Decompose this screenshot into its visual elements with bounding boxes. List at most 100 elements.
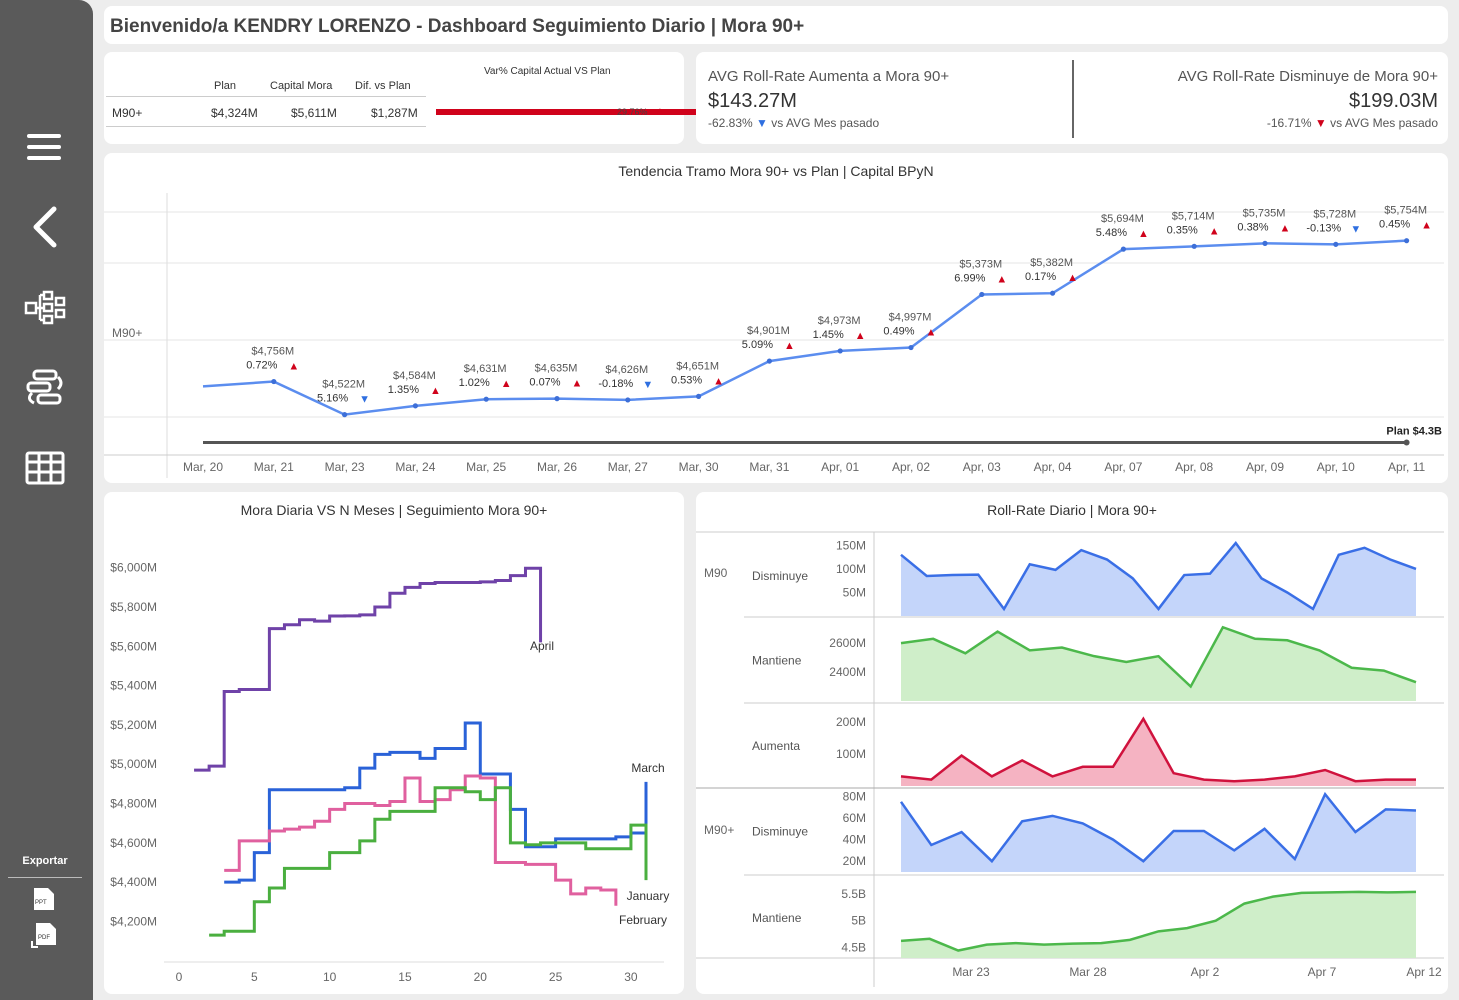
trend-point — [1333, 241, 1339, 247]
col-header-capital-mora: Capital Mora — [270, 80, 333, 92]
trend-value-label: $4,631M — [464, 363, 507, 375]
trend-up-icon: ▲ — [1280, 222, 1291, 234]
trend-point — [412, 403, 418, 409]
avg-aumenta-title: AVG Roll-Rate Aumenta a Mora 90+ — [708, 68, 950, 85]
trend-x-tick: Apr, 03 — [963, 460, 1001, 474]
daily-series-label: March — [631, 761, 664, 775]
kpi-separator — [1072, 60, 1074, 138]
trend-pct-label: -0.13% — [1306, 222, 1341, 234]
trend-pct-label: 0.53% — [671, 374, 702, 386]
daily-chart-card: Mora Diaria VS N Meses | Seguimiento Mor… — [104, 492, 684, 994]
roll-y-tick: 150M — [836, 538, 866, 552]
daily-series-january — [209, 786, 648, 937]
trend-pct-label: 1.02% — [459, 377, 490, 389]
daily-y-tick: $6,000M — [110, 561, 157, 575]
trend-point — [1050, 290, 1056, 296]
avg-aumenta-change-row: -62.83% ▼ vs AVG Mes pasado — [708, 116, 879, 130]
ppt-label: PPT — [35, 900, 47, 906]
trend-x-tick: Mar, 20 — [183, 460, 223, 474]
trend-value-label: $4,522M — [322, 379, 365, 391]
flow-switch-icon[interactable] — [20, 362, 70, 412]
kpi-divider-top — [106, 96, 426, 97]
trend-up-icon: ▲ — [1138, 228, 1149, 240]
trend-x-tick: Apr, 07 — [1104, 460, 1142, 474]
daily-x-tick: 15 — [398, 970, 412, 984]
roll-group-label: M90+ — [704, 823, 734, 837]
trend-x-tick: Mar, 24 — [395, 460, 435, 474]
trend-value-label: $4,651M — [676, 360, 719, 372]
roll-y-tick: 5.5B — [841, 887, 866, 901]
sidebar: Exportar PPT PDF — [0, 0, 93, 1000]
trend-x-tick: Mar, 25 — [466, 460, 506, 474]
dif-plan-value: $1,287M — [371, 106, 418, 120]
trend-pct-label: 0.72% — [246, 360, 277, 372]
ppt-export-icon[interactable]: PPT — [30, 886, 60, 917]
trend-point — [1191, 243, 1197, 249]
trend-pct-label: 6.99% — [954, 272, 985, 284]
daily-series-april — [194, 566, 543, 772]
avg-disminuye-title: AVG Roll-Rate Disminuye de Mora 90+ — [1177, 68, 1438, 85]
roll-y-tick: 20M — [843, 854, 866, 868]
table-grid-icon[interactable] — [20, 443, 70, 493]
trend-chart: M90+ Plan $4.3B Mar, 20 Mar, 21 $4,756M 0.72%… — [104, 193, 1444, 478]
roll-y-tick: 40M — [843, 833, 866, 847]
roll-y-tick: 80M — [843, 789, 866, 803]
pdf-export-icon[interactable]: PDF — [30, 921, 60, 954]
roll-row-label: Aumenta — [752, 739, 800, 753]
export-divider — [8, 877, 82, 878]
avg-disminuye-note: vs AVG Mes pasado — [1330, 116, 1438, 130]
trend-pct-label: 5.48% — [1096, 227, 1127, 239]
trend-x-tick: Apr, 01 — [821, 460, 859, 474]
roll-area-fill — [901, 794, 1416, 872]
trend-up-icon: ▲ — [1067, 272, 1078, 284]
down-arrow-icon: ▼ — [756, 116, 768, 130]
back-chevron-icon[interactable] — [20, 202, 70, 252]
trend-point — [696, 393, 702, 399]
trend-pct-label: 0.38% — [1237, 221, 1268, 233]
down-arrow-red-icon: ▼ — [1314, 116, 1327, 130]
var-up-icon: ▲ — [655, 106, 665, 117]
var-bar — [436, 109, 719, 115]
trend-value-label: $5,754M — [1384, 205, 1427, 217]
kpi-avg-card: AVG Roll-Rate Aumenta a Mora 90+ $143.27… — [696, 52, 1448, 144]
daily-y-tick: $4,200M — [110, 914, 157, 928]
plan-label: Plan $4.3B — [1386, 426, 1442, 438]
avg-aumenta-change: -62.83% — [708, 116, 753, 130]
trend-value-label: $4,973M — [818, 315, 861, 327]
rollrate-chart-card: Roll-Rate Diario | Mora 90+ M90 M90+ Dismi… — [696, 492, 1448, 994]
trend-up-icon: ▲ — [784, 340, 795, 352]
trend-up-icon: ▲ — [572, 378, 583, 390]
daily-x-tick: 5 — [251, 970, 258, 984]
trend-x-tick: Apr, 09 — [1246, 460, 1284, 474]
var-bar-value: 29.76% — [617, 107, 648, 117]
trend-value-label: $4,901M — [747, 325, 790, 337]
trend-up-icon: ▲ — [501, 378, 512, 390]
page-title: Bienvenido/a KENDRY LORENZO - Dashboard … — [110, 16, 805, 37]
roll-row-label: Disminuye — [752, 569, 808, 583]
trend-x-tick: Apr, 02 — [892, 460, 930, 474]
hamburger-menu-icon[interactable] — [20, 122, 70, 172]
title-bar: Bienvenido/a KENDRY LORENZO - Dashboard … — [104, 6, 1448, 44]
trend-pct-label: 0.49% — [883, 326, 914, 338]
trend-up-icon: ▲ — [855, 330, 866, 342]
export-label: Exportar — [22, 855, 68, 867]
roll-group-label: M90 — [704, 566, 728, 580]
roll-y-tick: 5B — [851, 914, 866, 928]
trend-value-label: $5,694M — [1101, 213, 1144, 225]
trend-pct-label: 5.09% — [742, 339, 773, 351]
trend-x-tick: Mar, 23 — [325, 460, 365, 474]
trend-down-icon: ▼ — [1350, 223, 1361, 235]
trend-x-tick: Apr, 11 — [1388, 460, 1425, 474]
roll-row-label: Disminuye — [752, 825, 808, 839]
daily-series-label: April — [530, 639, 554, 653]
trend-value-label: $4,584M — [393, 370, 436, 382]
trend-value-label: $4,626M — [605, 364, 648, 376]
trend-point — [1404, 238, 1410, 244]
trend-series-line — [202, 239, 1407, 416]
trend-point — [1262, 240, 1268, 246]
trend-pct-label: 0.45% — [1379, 219, 1410, 231]
trend-point — [1120, 246, 1126, 252]
trend-value-label: $4,635M — [535, 363, 578, 375]
trend-x-tick: Apr, 10 — [1317, 460, 1355, 474]
hierarchy-tree-icon[interactable] — [20, 283, 70, 333]
